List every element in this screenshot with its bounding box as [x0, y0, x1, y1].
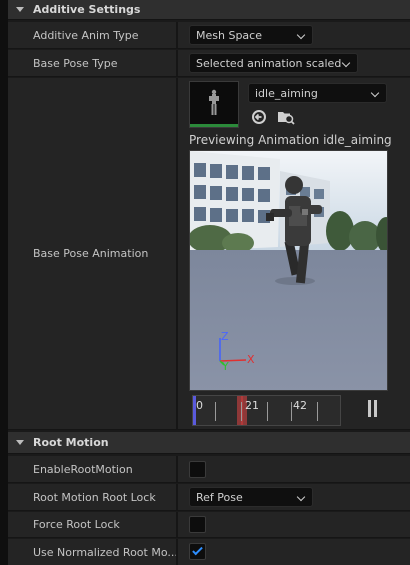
timeline-tick: [267, 402, 268, 421]
additive-anim-type-label: Additive Anim Type: [33, 28, 139, 42]
timeline-label-start: 0: [196, 399, 203, 412]
root-motion-root-lock-label: Root Motion Root Lock: [33, 490, 156, 504]
additive-anim-type-dropdown[interactable]: Mesh Space: [189, 25, 313, 45]
browse-asset-icon[interactable]: [277, 109, 295, 125]
root-lock-dropdown[interactable]: Ref Pose: [189, 487, 313, 507]
preview-scene: Z X Y: [190, 151, 387, 390]
chevron-down-icon: [296, 30, 306, 40]
axis-y-label: Y: [221, 360, 229, 373]
animation-thumbnail[interactable]: [189, 81, 239, 128]
force-root-lock-label: Force Root Lock: [33, 518, 120, 531]
animation-preview-viewport[interactable]: Z X Y: [189, 150, 388, 391]
base-pose-animation-asset-dropdown[interactable]: idle_aiming: [248, 83, 387, 103]
use-normalized-root-motion-label: Use Normalized Root Mo...: [33, 545, 176, 559]
timeline-tick: [291, 402, 292, 421]
force-root-lock-checkbox[interactable]: [189, 516, 206, 533]
base-pose-animation-row: Base Pose Animation idle_aiming Previewi…: [8, 78, 410, 430]
dropdown-value: Selected animation scaled: [196, 56, 342, 70]
axis-z-label: Z: [221, 330, 229, 343]
chevron-down-icon: [370, 88, 380, 98]
base-pose-type-dropdown[interactable]: Selected animation scaled: [189, 53, 358, 73]
axis-x-label: X: [247, 353, 255, 366]
additive-settings-header[interactable]: Additive Settings: [8, 0, 410, 20]
root-motion-header[interactable]: Root Motion: [8, 432, 410, 454]
root-motion-root-lock-row: Root Motion Root Lock Ref Pose: [8, 484, 410, 511]
section-title: Root Motion: [33, 436, 109, 449]
timeline-tick: [241, 402, 242, 421]
chevron-down-icon: [296, 492, 306, 502]
enable-root-motion-label: EnableRootMotion: [33, 462, 133, 476]
collapse-arrow-icon[interactable]: [16, 7, 24, 12]
chevron-down-icon: [341, 58, 351, 68]
base-pose-animation-label: Base Pose Animation: [33, 247, 149, 260]
section-title: Additive Settings: [33, 3, 141, 16]
enable-root-motion-checkbox[interactable]: [189, 461, 206, 478]
panel-edge: [0, 0, 8, 565]
enable-root-motion-row: EnableRootMotion: [8, 456, 410, 483]
character-thumbnail-icon: [190, 82, 238, 126]
dropdown-value: Ref Pose: [196, 490, 243, 504]
force-root-lock-row: Force Root Lock: [8, 512, 410, 538]
timeline-label-end: 42: [293, 399, 307, 412]
additive-anim-type-row: Additive Anim Type Mesh Space: [8, 22, 410, 49]
timeline-label-mid: 21: [245, 399, 259, 412]
details-panel: Additive Settings Additive Anim Type Mes…: [0, 0, 410, 565]
use-normalized-root-motion-row: Use Normalized Root Mo...: [8, 539, 410, 565]
base-pose-type-row: Base Pose Type Selected animation scaled: [8, 50, 410, 77]
timeline-tick: [317, 402, 318, 421]
animation-timeline[interactable]: 0 21 42: [192, 395, 341, 426]
collapse-arrow-icon[interactable]: [16, 440, 24, 445]
use-selected-asset-icon[interactable]: [251, 109, 267, 125]
checkmark-icon: [192, 544, 203, 556]
asset-name: idle_aiming: [255, 86, 318, 100]
dropdown-value: Mesh Space: [196, 28, 262, 42]
timeline-tick: [215, 402, 216, 421]
thumbnail-color-bar: [190, 124, 238, 127]
previewing-label: Previewing Animation idle_aiming: [189, 133, 392, 147]
base-pose-type-label: Base Pose Type: [33, 56, 118, 70]
use-normalized-root-motion-checkbox[interactable]: [189, 543, 206, 560]
